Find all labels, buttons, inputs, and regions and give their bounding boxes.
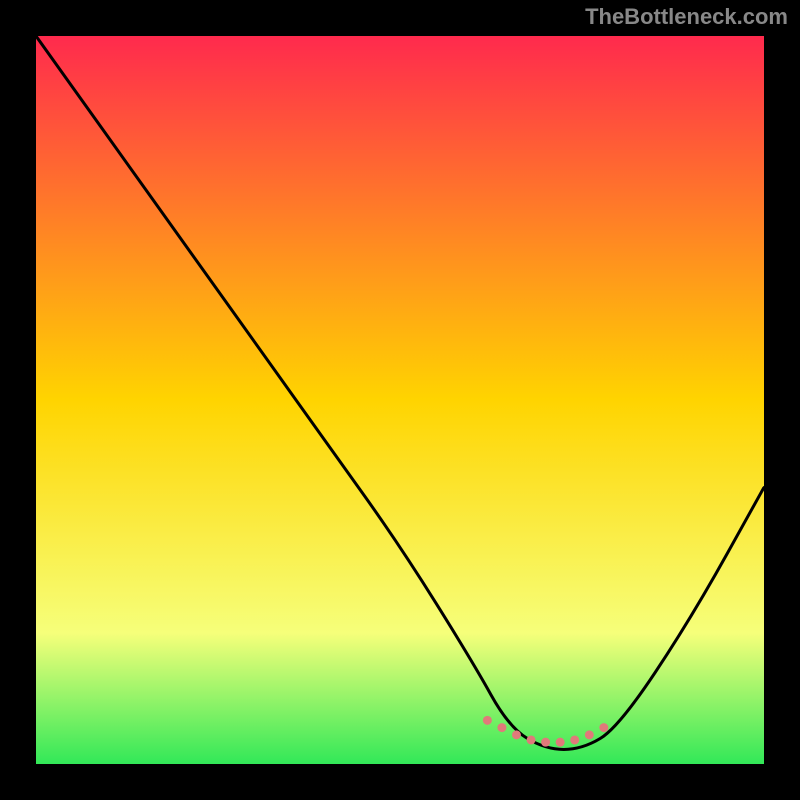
watermark-text: TheBottleneck.com xyxy=(585,4,788,30)
highlight-marker xyxy=(483,716,492,725)
highlight-marker xyxy=(527,735,536,744)
bottleneck-curve-chart xyxy=(36,36,764,764)
highlight-marker xyxy=(556,738,565,747)
highlight-marker xyxy=(570,735,579,744)
highlight-marker xyxy=(585,730,594,739)
gradient-background xyxy=(36,36,764,764)
highlight-marker xyxy=(512,730,521,739)
highlight-marker xyxy=(599,723,608,732)
highlight-marker xyxy=(541,738,550,747)
chart-area xyxy=(36,36,764,764)
highlight-marker xyxy=(497,723,506,732)
